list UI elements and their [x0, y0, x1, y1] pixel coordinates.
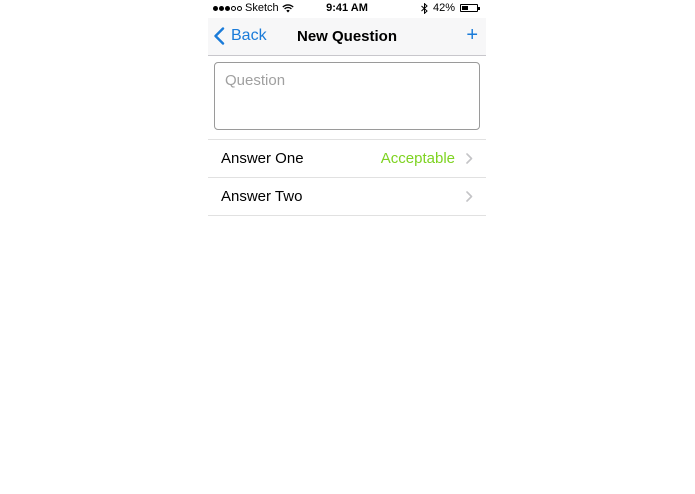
navigation-bar: Back New Question +	[208, 18, 486, 56]
phone-screen: Sketch 9:41 AM 42% Back New Question + Q…	[208, 0, 486, 494]
bluetooth-icon	[421, 2, 428, 14]
chevron-right-icon	[466, 153, 473, 164]
answer-label: Answer One	[221, 150, 304, 167]
answers-list: Answer One Acceptable Answer Two	[208, 139, 486, 216]
answer-row-one[interactable]: Answer One Acceptable	[208, 140, 486, 178]
battery-icon	[460, 4, 480, 12]
page-title: New Question	[296, 28, 397, 45]
answer-label: Answer Two	[221, 188, 303, 205]
question-field-container	[214, 62, 480, 130]
battery-percent: 42%	[432, 2, 455, 14]
battery-level	[462, 6, 468, 10]
answer-status: Acceptable	[380, 150, 455, 167]
question-input[interactable]	[215, 63, 479, 129]
status-bar: Sketch 9:41 AM 42%	[208, 0, 486, 18]
chevron-right-icon	[466, 191, 473, 202]
add-button[interactable]: +	[466, 24, 478, 46]
answer-row-two[interactable]: Answer Two	[208, 178, 486, 216]
status-right: 42%	[421, 2, 480, 14]
